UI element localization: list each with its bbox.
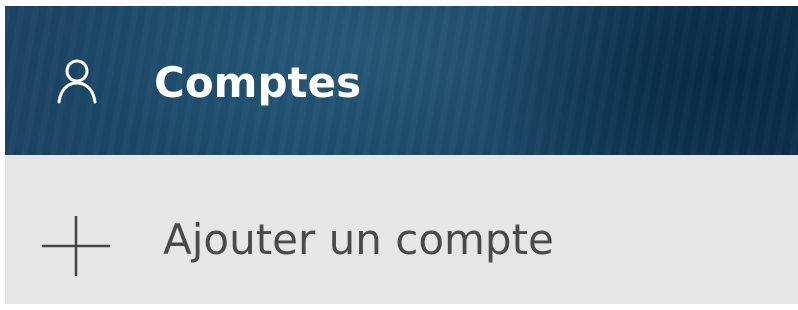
- header-texture: [5, 6, 798, 155]
- accounts-header: Comptes: [5, 6, 798, 155]
- accounts-panel: Comptes Ajouter un compte: [5, 6, 798, 304]
- plus-icon: [42, 216, 110, 284]
- person-icon: [57, 58, 97, 106]
- page-title: Comptes: [154, 58, 362, 107]
- add-account-label: Ajouter un compte: [163, 215, 554, 264]
- add-account-button[interactable]: Ajouter un compte: [5, 155, 798, 304]
